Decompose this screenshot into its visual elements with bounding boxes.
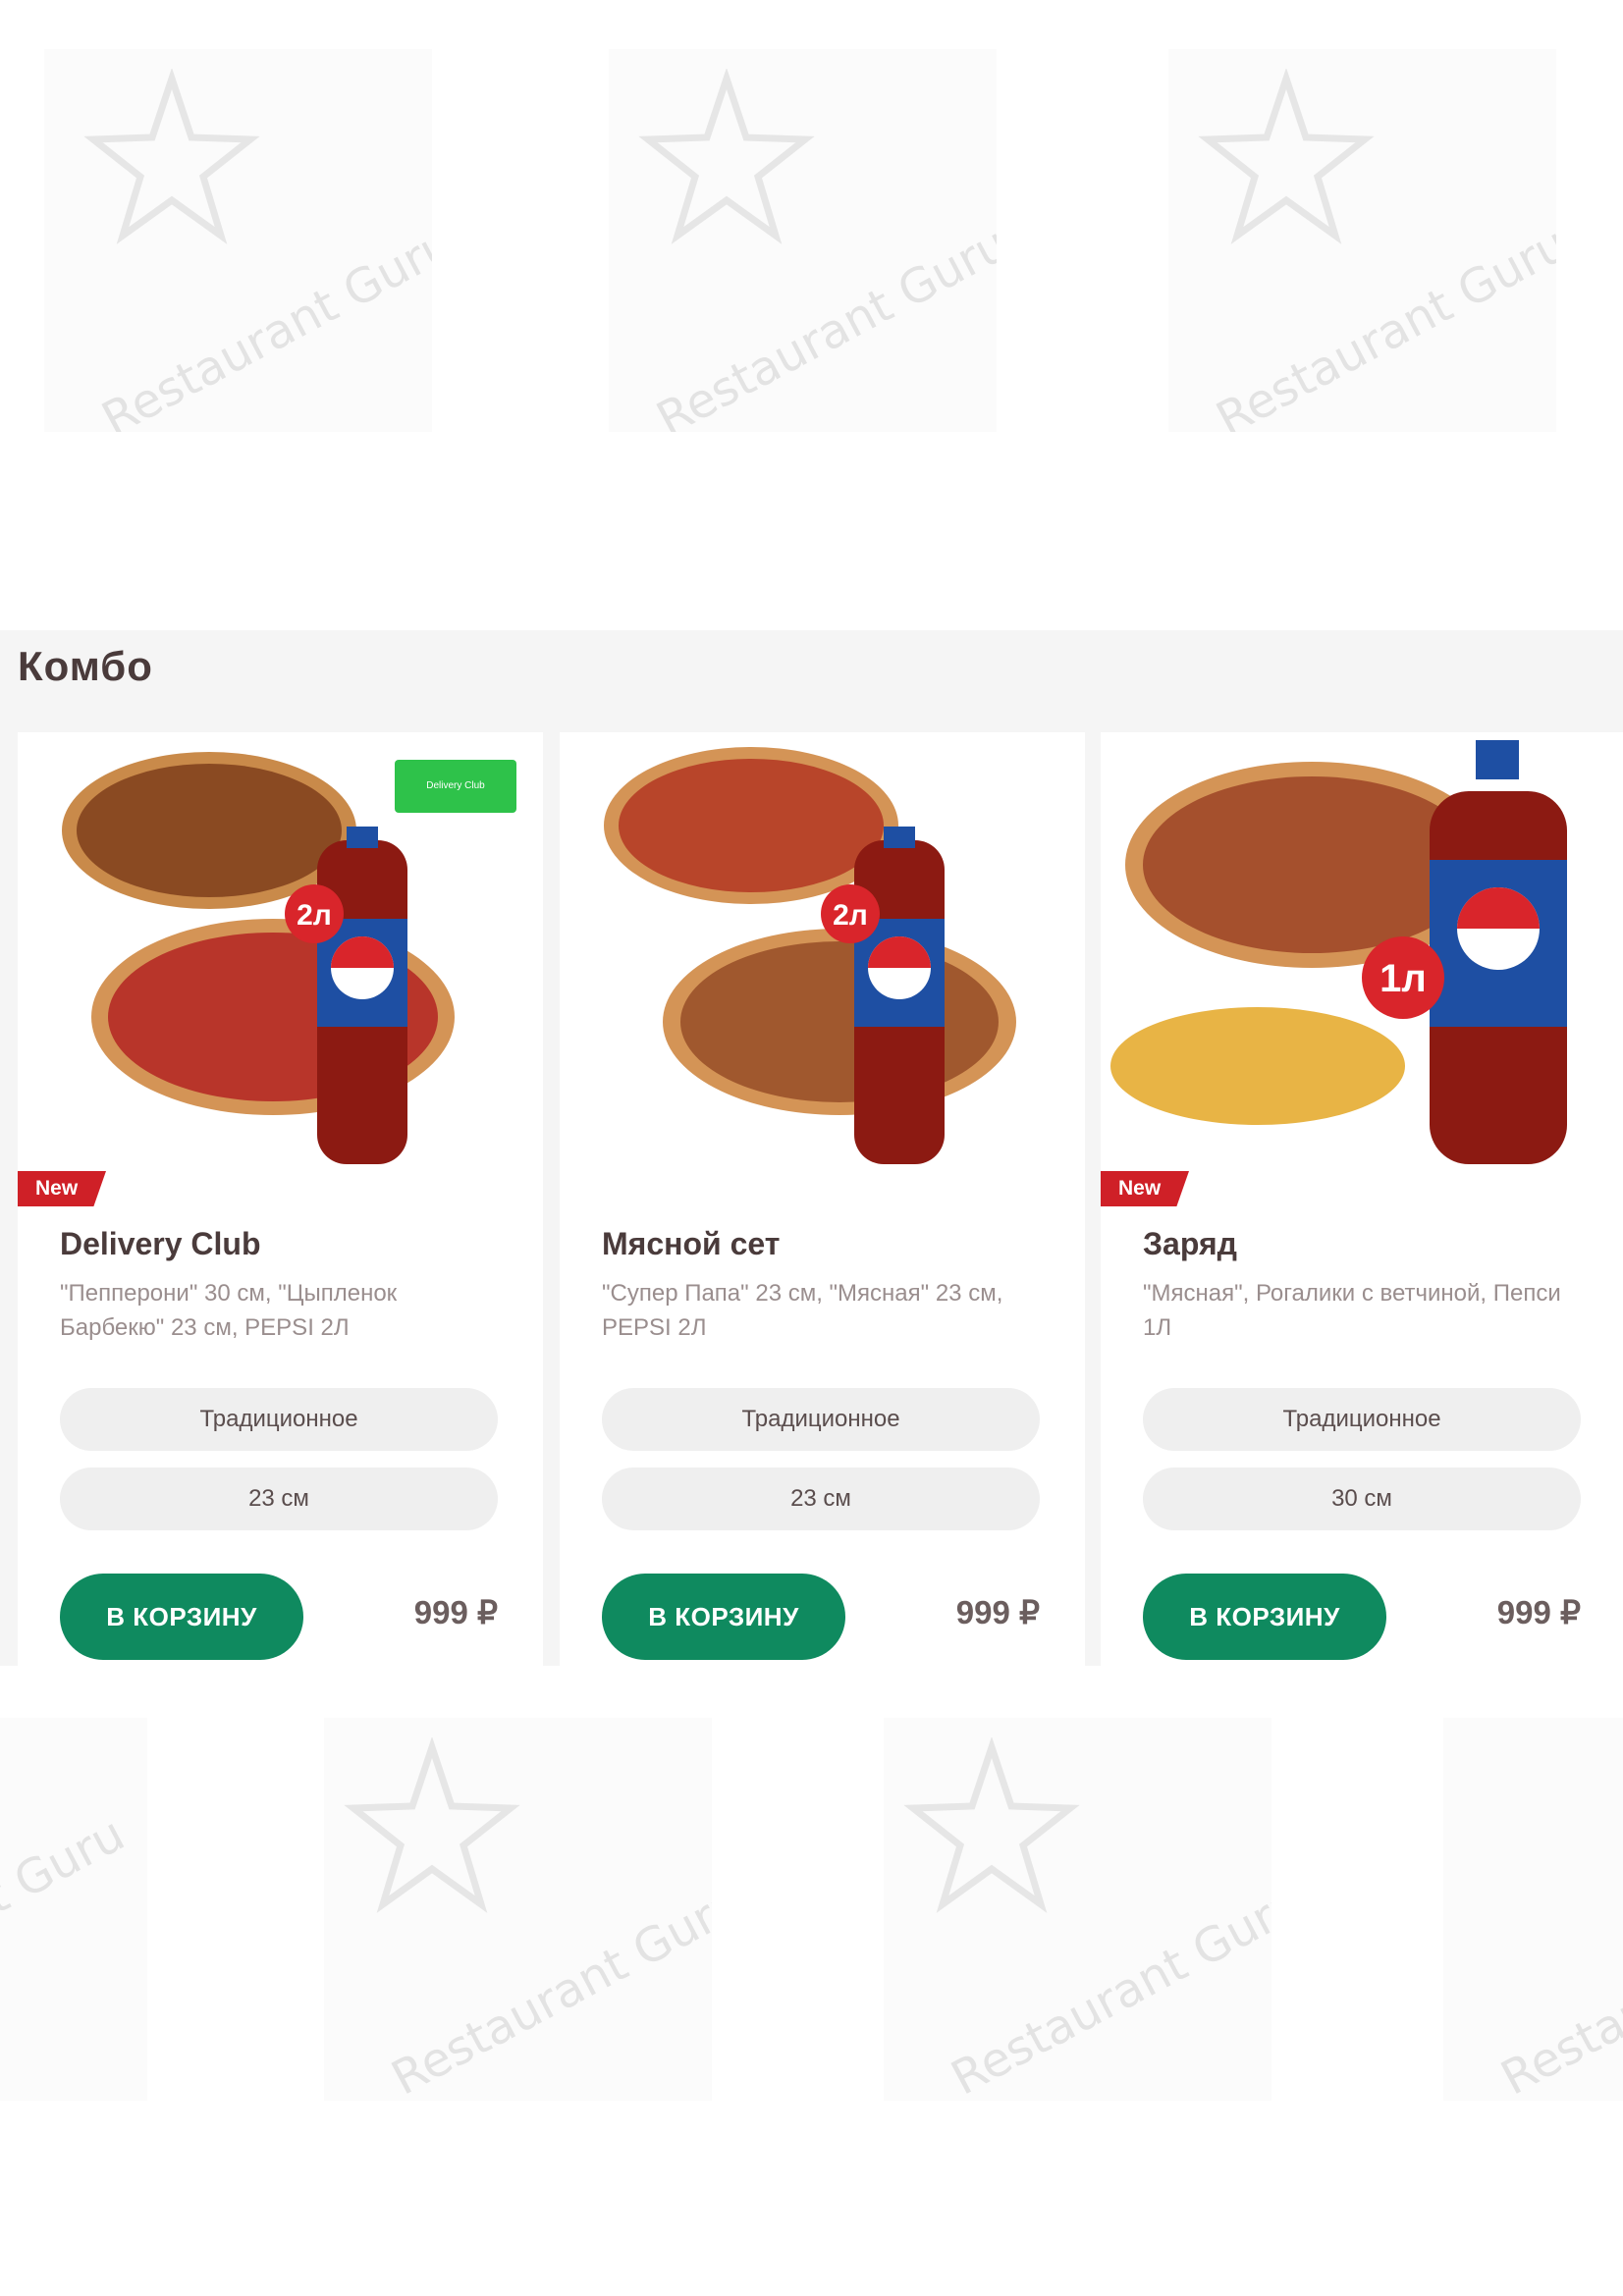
watermark-text: Restaurant Guru: [1492, 1875, 1623, 2101]
combo-card[interactable]: 2л Delivery Club New Delivery Club "Пепп…: [18, 732, 543, 1666]
combo-name: Мясной сет: [602, 1226, 781, 1261]
restaurant-guru-star-icon: [638, 69, 815, 244]
restaurant-guru-star-icon: [1198, 69, 1375, 244]
combo-image: 1л: [1110, 740, 1567, 1164]
price: 999 ₽: [413, 1594, 498, 1630]
bottle-volume: 2л: [833, 899, 868, 932]
add-to-cart-button[interactable]: В КОРЗИНУ: [1143, 1574, 1386, 1660]
add-to-cart-button[interactable]: В КОРЗИНУ: [60, 1574, 303, 1660]
restaurant-guru-star-icon: [903, 1737, 1080, 1913]
combo-description: "Супер Папа" 23 см, "Мясная" 23 см, PEPS…: [602, 1280, 1003, 1341]
combo-name: Заряд: [1143, 1226, 1237, 1261]
price: 999 ₽: [1496, 1594, 1581, 1630]
size-selector[interactable]: 23 см: [602, 1468, 1040, 1530]
combo-image: 2л: [604, 747, 1016, 1164]
combo-description: "Пепперони" 30 см, "Цыпленок Барбекю" 23…: [60, 1280, 398, 1341]
image-placeholder-4: Restaurant Guru: [0, 1718, 147, 2101]
combo-description: "Мясная", Рогалики с ветчиной, Пепси 1Л: [1143, 1280, 1561, 1341]
dough-selector[interactable]: Традиционное: [602, 1388, 1040, 1451]
pepsi-bottle-icon: [854, 827, 945, 1164]
section-title: Комбо: [18, 643, 153, 689]
combo-card[interactable]: 1л New Заряд "Мясная", Рогалики с ветчин…: [1101, 732, 1623, 1666]
image-placeholder-2: Restaurant Guru: [609, 49, 997, 432]
size-selector[interactable]: 30 см: [1143, 1468, 1581, 1530]
new-badge: New: [18, 1171, 106, 1206]
dough-selector[interactable]: Традиционное: [1143, 1388, 1581, 1451]
pepsi-bottle-icon: [1430, 740, 1567, 1164]
restaurant-guru-star-icon: [344, 1737, 520, 1913]
watermark-text: Restaurant Guru: [0, 1806, 134, 2038]
delivery-club-logo: Delivery Club: [395, 760, 516, 813]
dough-selector[interactable]: Традиционное: [60, 1388, 498, 1451]
image-placeholder-7: Restaurant Guru: [1443, 1718, 1623, 2101]
image-placeholder-5: Restaurant Guru: [324, 1718, 712, 2101]
image-placeholder-1: Restaurant Guru: [44, 49, 432, 432]
price: 999 ₽: [955, 1594, 1040, 1630]
image-placeholder-6: Restaurant Guru: [884, 1718, 1271, 2101]
size-selector[interactable]: 23 см: [60, 1468, 498, 1530]
new-badge: New: [1101, 1171, 1189, 1206]
restaurant-guru-star-icon: [83, 69, 260, 244]
add-to-cart-button[interactable]: В КОРЗИНУ: [602, 1574, 845, 1660]
combo-name: Delivery Club: [60, 1226, 261, 1261]
combo-card[interactable]: 2л Мясной сет "Супер Папа" 23 см, "Мясна…: [560, 732, 1085, 1666]
image-placeholder-3: Restaurant Guru: [1168, 49, 1556, 432]
bottle-volume: 2л: [297, 899, 332, 932]
bottle-volume: 1л: [1380, 957, 1427, 1000]
pepsi-bottle-icon: [317, 827, 407, 1164]
